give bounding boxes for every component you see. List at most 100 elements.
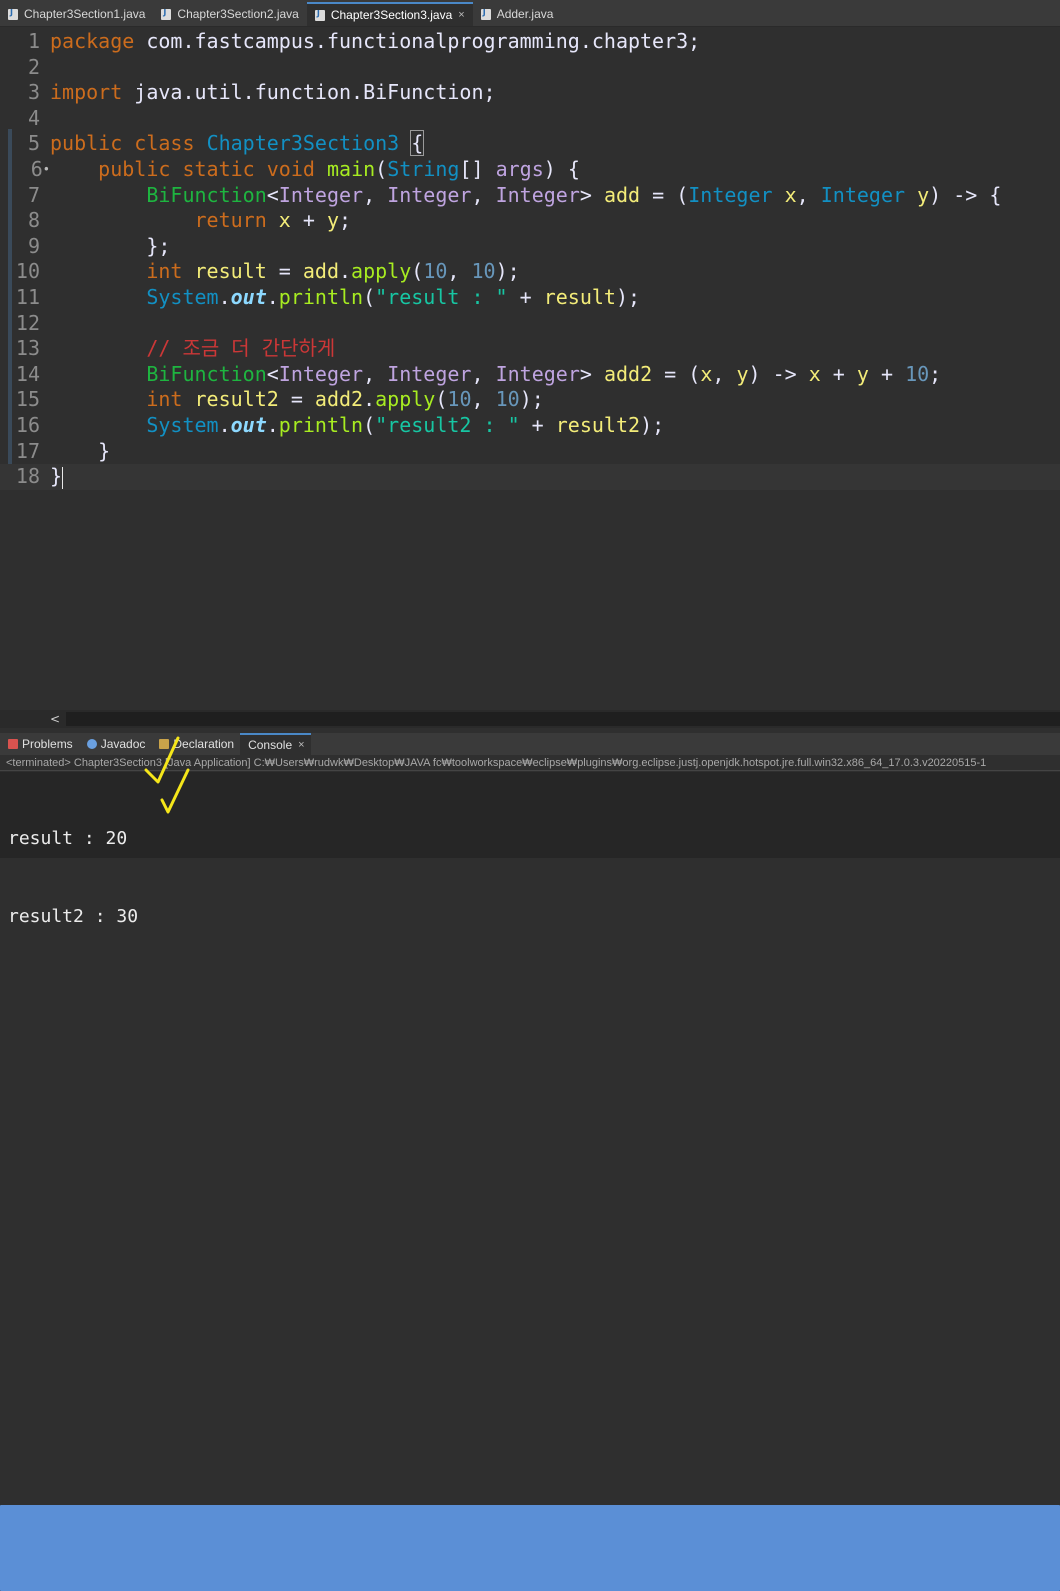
code-editor[interactable]: 1 package com.fastcampus.functionalprogra…: [0, 27, 1060, 710]
import-name: java.util.function.BiFunction;: [122, 80, 496, 105]
type-name: BiFunction: [146, 182, 267, 207]
tab-problems[interactable]: Problems: [0, 733, 79, 755]
tab-label: Console: [248, 738, 293, 752]
tab-label: Declaration: [173, 737, 235, 751]
java-file-icon: [314, 9, 325, 21]
tab-label: Javadoc: [100, 737, 146, 751]
code-line-8: 8 return x + y;: [0, 208, 1060, 234]
code-line-5: 5 public class Chapter3Section3 {: [0, 130, 1060, 157]
code-line-10: 10 int result = add.apply(10, 10);: [0, 259, 1060, 285]
code-line-14: 14 BiFunction<Integer, Integer, Integer>…: [0, 362, 1060, 388]
string-literal: "result2 : ": [375, 412, 520, 437]
tab-chapter3section1[interactable]: Chapter3Section1.java: [0, 2, 153, 26]
type-name: BiFunction: [146, 361, 267, 386]
line-number: 1: [27, 29, 40, 53]
type-name: Integer: [688, 182, 773, 207]
console-line: result2 : 30: [8, 906, 139, 927]
tab-label: Problems: [22, 737, 73, 751]
type-name: Integer: [278, 182, 364, 207]
string-literal: "result : ": [375, 284, 508, 309]
scrollbar-track[interactable]: [66, 712, 1060, 726]
method-name: apply: [375, 387, 436, 412]
tab-label: Adder.java: [496, 7, 554, 21]
tab-label: Chapter3Section3.java: [330, 8, 453, 22]
type-name: Integer: [820, 182, 906, 207]
console-view[interactable]: result : 20 result2 : 30: [0, 772, 1060, 927]
code-line-12: 12: [0, 311, 1060, 337]
variable: y: [856, 361, 869, 386]
tab-label: Chapter3Section1.java: [24, 7, 146, 21]
code-line-7: 7 BiFunction<Integer, Integer, Integer> …: [0, 183, 1060, 209]
line-number: 11: [15, 284, 40, 309]
line-number: 2: [27, 54, 40, 79]
type-name: Integer: [495, 361, 580, 386]
scroll-left-arrow-icon[interactable]: <: [50, 710, 60, 728]
code-line-17: 17 }: [0, 439, 1060, 465]
code-line-3: 3 import java.util.function.BiFunction;: [0, 80, 1060, 106]
variable: x: [278, 208, 291, 233]
keyword: class: [134, 131, 195, 156]
code-line-15: 15 int result2 = add2.apply(10, 10);: [0, 387, 1060, 413]
variable: x: [784, 182, 797, 207]
code-line-6: 6• public static void main(String[] args…: [0, 157, 1060, 183]
keyword: package: [50, 29, 135, 53]
text-caret: [62, 466, 64, 489]
tab-declaration[interactable]: Declaration: [151, 733, 240, 755]
editor-horizontal-scrollbar[interactable]: <: [0, 710, 1060, 728]
line-number: 3: [27, 80, 40, 105]
javadoc-icon: [86, 739, 97, 749]
keyword: public: [50, 131, 123, 156]
param-name: args: [495, 156, 544, 181]
matching-brace: {: [410, 130, 425, 157]
number-literal: 10: [495, 387, 520, 412]
variable: y: [326, 208, 340, 233]
variable: result2: [194, 387, 279, 412]
variable: result: [543, 284, 616, 309]
close-icon[interactable]: ×: [458, 9, 464, 21]
console-icon: [0, 1505, 1060, 1591]
tab-chapter3section3[interactable]: Chapter3Section3.java ×: [306, 2, 473, 26]
line-number: 10: [15, 259, 40, 284]
variable: x: [700, 361, 713, 386]
keyword: public: [98, 156, 171, 181]
class-name: System: [146, 412, 219, 437]
variable: result2: [555, 412, 641, 437]
tab-adder[interactable]: Adder.java: [473, 2, 562, 26]
editor-tab-bar: Chapter3Section1.java Chapter3Section2.j…: [0, 0, 1060, 27]
tab-chapter3section2[interactable]: Chapter3Section2.java: [153, 2, 306, 26]
static-field: out: [230, 284, 267, 309]
line-number: 9: [27, 233, 40, 258]
tab-console[interactable]: Console ×: [0, 733, 1060, 1591]
line-number: 4: [27, 105, 40, 130]
variable: add: [302, 259, 339, 284]
package-name: com.fastcampus.functionalprogramming.cha…: [134, 29, 701, 53]
method-name: println: [278, 284, 364, 309]
java-file-icon: [161, 8, 172, 20]
close-icon[interactable]: ×: [298, 739, 304, 751]
type-name: Integer: [278, 361, 364, 386]
views-tab-bar: Problems Javadoc Declaration Console ×: [0, 733, 1060, 1591]
static-field: out: [230, 412, 267, 437]
java-file-icon: [480, 8, 491, 20]
line-number: 7: [27, 182, 40, 207]
console-output: result : 20 result2 : 30: [8, 774, 138, 982]
line-number: 16: [15, 412, 40, 437]
class-name: System: [146, 284, 219, 309]
code-line-1: 1 package com.fastcampus.functionalprogra…: [0, 29, 1060, 55]
console-line: result : 20: [8, 828, 128, 849]
keyword: return: [194, 208, 267, 233]
keyword: int: [146, 259, 183, 284]
code-line-4: 4: [0, 106, 1060, 132]
class-name: Chapter3Section3: [206, 131, 400, 156]
number-literal: 10: [423, 259, 448, 284]
keyword: import: [50, 80, 123, 105]
line-number: 12: [15, 310, 40, 335]
tab-javadoc[interactable]: Javadoc: [79, 733, 152, 755]
variable: result: [194, 259, 267, 284]
variable: y: [736, 361, 749, 386]
fold-marker-icon[interactable]: •: [43, 163, 50, 177]
variable: add: [603, 182, 641, 207]
code-area[interactable]: 1 package com.fastcampus.functionalprogra…: [0, 29, 1060, 490]
java-file-icon: [8, 8, 18, 20]
line-number: 6•: [30, 156, 50, 181]
